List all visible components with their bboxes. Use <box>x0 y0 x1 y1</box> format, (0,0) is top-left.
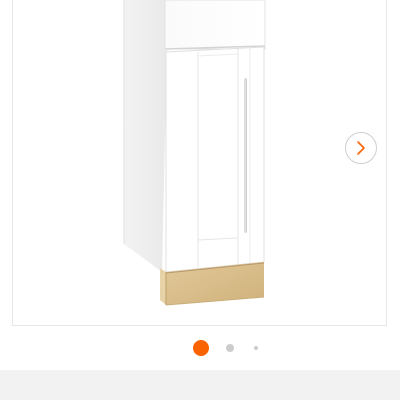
cabinet-door <box>165 46 265 273</box>
carousel-dot-active[interactable] <box>193 340 209 356</box>
next-image-button[interactable] <box>345 132 377 164</box>
carousel-dot[interactable] <box>254 346 258 350</box>
cabinet-side-panel <box>124 0 167 272</box>
product-gallery-page <box>0 0 400 400</box>
carousel-dot[interactable] <box>226 344 234 352</box>
section-divider-band <box>0 370 400 400</box>
carousel-pagination <box>0 338 400 358</box>
chevron-right-icon <box>357 141 365 155</box>
product-image[interactable] <box>0 0 400 330</box>
cabinet-drawer-front <box>164 0 266 50</box>
